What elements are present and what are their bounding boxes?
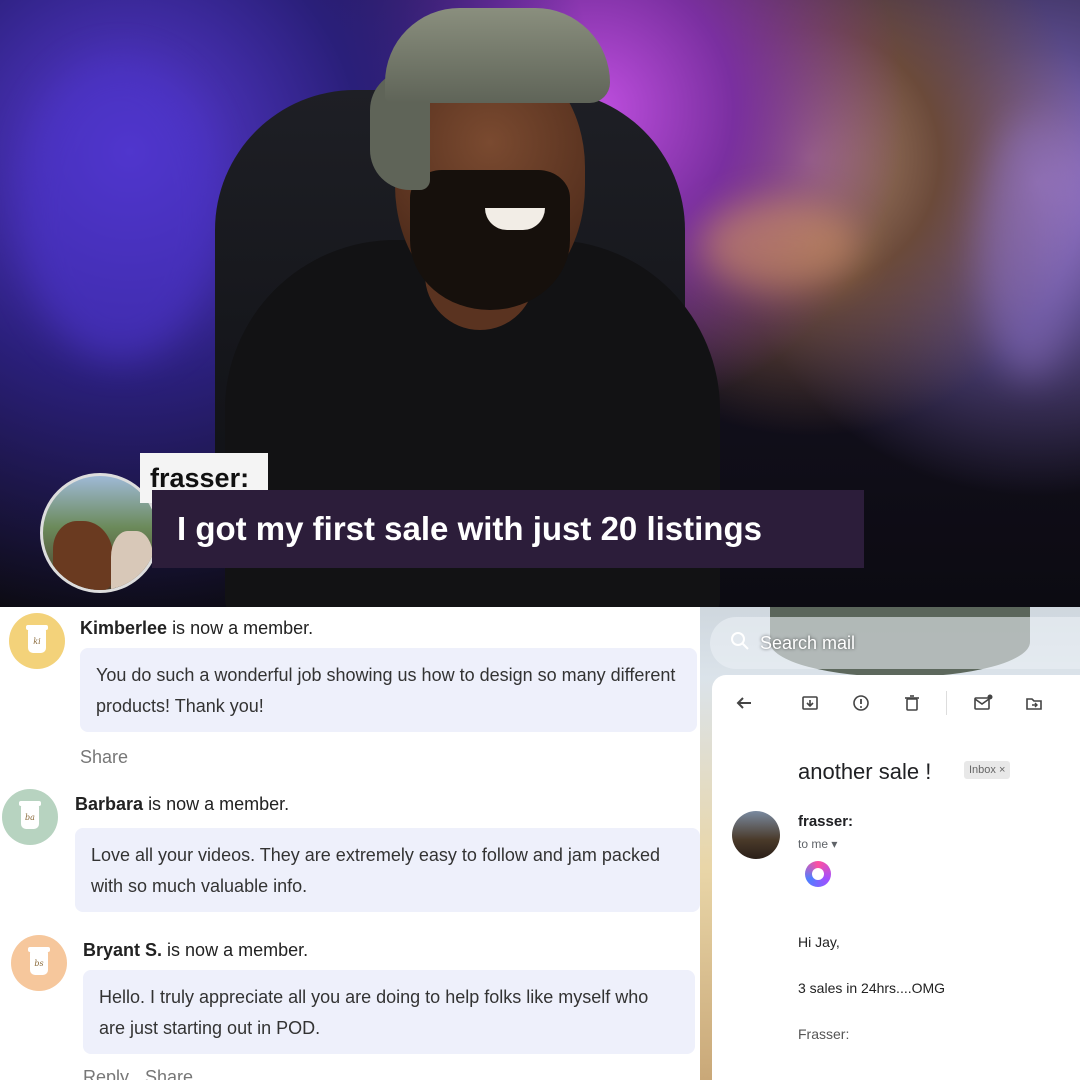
sender-avatar[interactable] xyxy=(732,811,780,859)
comment-header: Kimberlee is now a member. xyxy=(80,618,313,639)
search-icon xyxy=(730,631,750,656)
report-spam-icon[interactable] xyxy=(849,691,873,715)
mark-unread-icon[interactable] xyxy=(971,691,995,715)
member-status: is now a member. xyxy=(172,618,314,638)
move-to-icon[interactable] xyxy=(1022,691,1046,715)
email-body-signature: Frasser: xyxy=(798,1026,850,1042)
recipient-details[interactable]: to me ▾ xyxy=(798,837,837,851)
member-name[interactable]: Bryant S. xyxy=(83,940,162,960)
share-link[interactable]: Share xyxy=(145,1067,193,1080)
reply-link[interactable]: Reply xyxy=(83,1067,129,1080)
back-arrow-icon[interactable] xyxy=(732,691,756,715)
share-link[interactable]: Share xyxy=(80,747,128,768)
background-screen xyxy=(980,120,1080,380)
video-frame: frasser: I got my first sale with just 2… xyxy=(0,0,1080,607)
avatar[interactable]: bs xyxy=(11,935,67,991)
baseball-cap xyxy=(385,8,610,103)
inbox-label[interactable]: Inbox × xyxy=(964,761,1011,779)
comment-bubble: You do such a wonderful job showing us h… xyxy=(80,648,697,732)
email-card: another sale ! Inbox × frasser: to me ▾ … xyxy=(712,675,1080,1080)
email-body-text: 3 sales in 24hrs....OMG xyxy=(798,980,946,996)
member-name[interactable]: Kimberlee xyxy=(80,618,167,638)
comment-header: Bryant S. is now a member. xyxy=(83,940,308,961)
member-name[interactable]: Barbara xyxy=(75,794,143,814)
person-beard xyxy=(410,170,570,310)
sender-name[interactable]: frasser: xyxy=(798,813,853,830)
horse-shape xyxy=(53,521,113,590)
avatar[interactable]: ba xyxy=(2,789,58,845)
caption-message: I got my first sale with just 20 listing… xyxy=(152,490,864,568)
search-mail-bar[interactable]: Search mail xyxy=(710,617,1080,669)
search-input[interactable]: Search mail xyxy=(760,633,855,654)
delete-icon[interactable] xyxy=(900,691,924,715)
email-body-greeting: Hi Jay, xyxy=(798,934,840,950)
email-toolbar xyxy=(712,683,1080,723)
comment-bubble: Love all your videos. They are extremely… xyxy=(75,828,700,912)
avatar[interactable]: ki xyxy=(9,613,65,669)
person-shape xyxy=(111,531,153,590)
toolbar-divider xyxy=(946,691,947,715)
member-status: is now a member. xyxy=(148,794,290,814)
comment-header: Barbara is now a member. xyxy=(75,794,289,815)
email-subject: another sale ! xyxy=(798,759,932,784)
comment-bubble: Hello. I truly appreciate all you are do… xyxy=(83,970,695,1054)
archive-icon[interactable] xyxy=(798,691,822,715)
member-status: is now a member. xyxy=(167,940,309,960)
background-lamp xyxy=(700,200,860,290)
coffee-cup-icon: bs xyxy=(28,947,50,975)
comments-panel: ki Kimberlee is now a member. You do suc… xyxy=(0,607,712,1080)
email-panel: Search mail another sale ! Inbox × frass… xyxy=(700,607,1080,1080)
coffee-cup-icon: ki xyxy=(26,625,48,653)
app-badge-icon[interactable] xyxy=(805,861,831,887)
coffee-cup-icon: ba xyxy=(19,801,41,829)
background-light xyxy=(20,60,220,360)
